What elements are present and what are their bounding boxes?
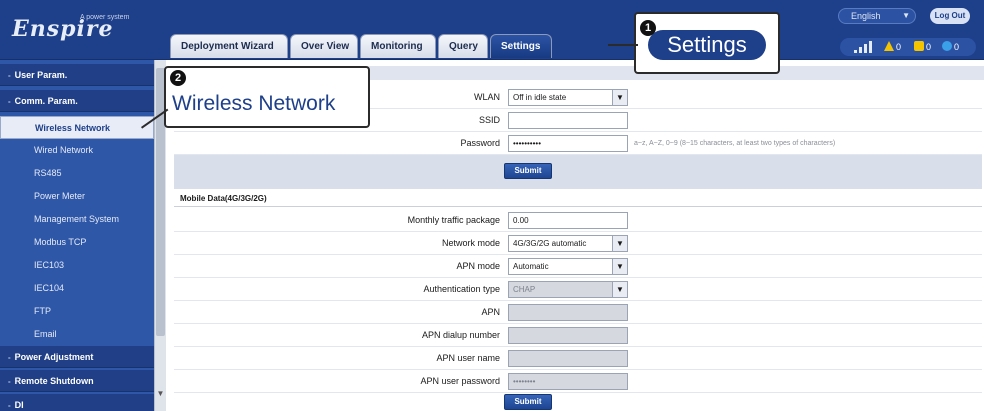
language-select[interactable]: English ▼ <box>838 8 916 24</box>
apn-user-password-label: APN user password <box>420 376 500 386</box>
brand-logo: Enspire A power system <box>12 14 162 48</box>
mobile-submit-button[interactable]: Submit <box>504 394 552 410</box>
apn-dialup-row: APN dialup number <box>174 324 982 347</box>
sidebar-item-iec104[interactable]: IEC104 <box>0 277 154 300</box>
warning-alarm[interactable]: 0 <box>942 41 959 53</box>
settings-callout-pill: Settings <box>648 30 766 60</box>
apn-input <box>508 304 628 321</box>
minor-alarm-icon <box>914 41 924 51</box>
apn-row: APN <box>174 301 982 324</box>
password-label: Password <box>460 138 500 148</box>
mobile-data-section-title: Mobile Data(4G/3G/2G) <box>174 191 982 207</box>
chevron-down-icon: ▼ <box>902 11 910 20</box>
apn-user-name-label: APN user name <box>436 353 500 363</box>
status-bar: 0 0 0 <box>840 38 976 56</box>
auth-type-label: Authentication type <box>423 284 500 294</box>
major-alarm[interactable]: 0 <box>884 41 901 53</box>
password-row: Password •••••••••• a~z, A~Z, 0~9 (8~15 … <box>174 132 982 155</box>
settings-callout: Settings <box>634 12 780 74</box>
mobile-submit-band: Submit <box>174 393 982 411</box>
warning-alarm-count: 0 <box>954 42 960 52</box>
network-mode-select[interactable]: 4G/3G/2G automatic <box>508 235 628 252</box>
apn-mode-label: APN mode <box>456 261 500 271</box>
traffic-package-row: Monthly traffic package 0.00 <box>174 209 982 232</box>
password-input[interactable]: •••••••••• <box>508 135 628 152</box>
settings-callout-leader <box>608 44 638 46</box>
sidebar-item-wireless-network[interactable]: Wireless Network <box>0 116 154 139</box>
tab-over-view[interactable]: Over View <box>290 34 358 58</box>
apn-mode-select[interactable]: Automatic <box>508 258 628 275</box>
sidebar-item-rs485[interactable]: RS485 <box>0 162 154 185</box>
major-alarm-icon <box>884 41 894 51</box>
app-window: Enspire A power system English ▼ Log Out… <box>0 0 984 411</box>
callout-badge-1: 1 <box>640 20 656 36</box>
apn-dialup-label: APN dialup number <box>421 330 500 340</box>
auth-type-row: Authentication type CHAP <box>174 278 982 301</box>
apn-user-name-input <box>508 350 628 367</box>
sidebar-item-wired-network[interactable]: Wired Network <box>0 139 154 162</box>
wireless-network-callout: Wireless Network <box>164 66 370 128</box>
sidebar-group-power-adjustment[interactable]: - Power Adjustment <box>0 346 154 368</box>
apn-user-name-row: APN user name <box>174 347 982 370</box>
sidebar-group-comm-param[interactable]: - Comm. Param. <box>0 90 154 112</box>
ssid-input[interactable] <box>508 112 628 129</box>
sidebar-item-email[interactable]: Email <box>0 323 154 346</box>
sidebar-group-remote-shutdown[interactable]: - Remote Shutdown <box>0 370 154 392</box>
ssid-label: SSID <box>478 115 500 125</box>
network-mode-label: Network mode <box>441 238 500 248</box>
sidebar: - User Param. - Comm. Param. Wireless Netw… <box>0 60 154 411</box>
signal-icon <box>854 41 872 53</box>
major-alarm-count: 0 <box>896 42 902 52</box>
tab-settings[interactable]: Settings <box>490 34 552 58</box>
logout-button[interactable]: Log Out <box>930 8 970 24</box>
sidebar-item-modbus-tcp[interactable]: Modbus TCP <box>0 231 154 254</box>
wlan-submit-band: Submit <box>174 155 982 189</box>
auth-type-select: CHAP <box>508 281 628 298</box>
logo-subtext: A power system <box>80 14 130 21</box>
sidebar-item-power-meter[interactable]: Power Meter <box>0 185 154 208</box>
callout-badge-2: 2 <box>170 70 186 86</box>
minor-alarm-count: 0 <box>926 42 932 52</box>
wireless-network-callout-text: Wireless Network <box>172 92 336 115</box>
wlan-submit-button[interactable]: Submit <box>504 163 552 179</box>
language-label: English <box>851 11 881 21</box>
apn-dialup-input <box>508 327 628 344</box>
sidebar-group-user-param[interactable]: - User Param. <box>0 64 154 86</box>
sidebar-item-ftp[interactable]: FTP <box>0 300 154 323</box>
password-hint: a~z, A~Z, 0~9 (8~15 characters, at least… <box>634 140 836 147</box>
tab-query[interactable]: Query <box>438 34 488 58</box>
network-mode-row: Network mode 4G/3G/2G automatic <box>174 232 982 255</box>
warning-alarm-icon <box>942 41 952 51</box>
apn-mode-row: APN mode Automatic <box>174 255 982 278</box>
tab-monitoring[interactable]: Monitoring <box>360 34 436 58</box>
traffic-package-input[interactable]: 0.00 <box>508 212 628 229</box>
apn-user-password-row: APN user password •••••••• <box>174 370 982 393</box>
apn-label: APN <box>481 307 500 317</box>
apn-user-password-input: •••••••• <box>508 373 628 390</box>
minor-alarm[interactable]: 0 <box>914 41 931 53</box>
tab-deployment-wizard[interactable]: Deployment Wizard <box>170 34 288 58</box>
sidebar-item-iec103[interactable]: IEC103 <box>0 254 154 277</box>
wlan-select[interactable]: Off in idle state <box>508 89 628 106</box>
top-header: Enspire A power system English ▼ Log Out… <box>0 0 984 60</box>
chevron-down-icon[interactable]: ▼ <box>156 389 165 399</box>
traffic-package-label: Monthly traffic package <box>407 215 500 225</box>
wlan-label: WLAN <box>473 92 500 102</box>
sidebar-group-di[interactable]: - DI <box>0 394 154 411</box>
sidebar-item-management-system[interactable]: Management System <box>0 208 154 231</box>
